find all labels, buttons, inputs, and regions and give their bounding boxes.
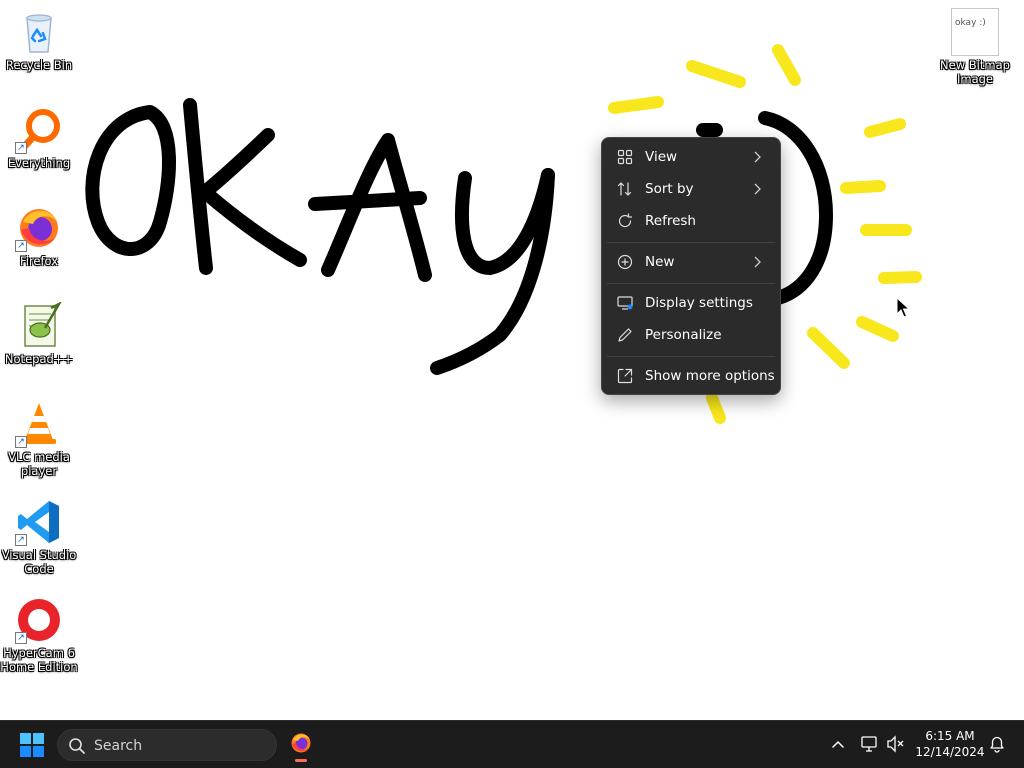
- sort-icon: [617, 182, 632, 196]
- expand-icon: [617, 368, 633, 384]
- shortcut-arrow-icon: ↗: [15, 240, 27, 252]
- menu-item-personalize[interactable]: Personalize: [606, 320, 776, 350]
- network-display-icon[interactable]: [859, 733, 881, 755]
- menu-item-label: Display settings: [645, 295, 753, 311]
- search-icon: [69, 738, 85, 754]
- bitmap-thumbnail-icon: okay :): [951, 8, 999, 56]
- notification-bell-icon[interactable]: [986, 733, 1008, 755]
- refresh-icon: [618, 213, 633, 228]
- display-icon: [617, 296, 633, 310]
- menu-item-show-more-options[interactable]: Show more options: [606, 361, 776, 391]
- recycle-bin-icon: [15, 8, 63, 56]
- desktop-icon-hypercam[interactable]: ↗ HyperCam 6 Home Edition: [0, 596, 78, 674]
- hypercam-icon: ↗: [15, 596, 63, 644]
- menu-item-display-settings[interactable]: Display settings: [606, 288, 776, 318]
- running-indicator: [295, 759, 307, 762]
- bitmap-thumbnail-text: okay :): [955, 18, 986, 28]
- desktop-icon-label: New Bitmap Image: [940, 58, 1010, 86]
- clock-date: 12/14/2024: [915, 745, 985, 759]
- menu-item-sort-by[interactable]: Sort by: [606, 174, 776, 204]
- windows-logo-icon: [20, 733, 44, 757]
- firefox-icon: [291, 733, 311, 753]
- desktop-icon-vscode[interactable]: ↗ Visual Studio Code: [0, 498, 78, 576]
- desktop-icon-vlc[interactable]: ↗ VLC media player: [0, 400, 78, 478]
- taskbar-search-box[interactable]: Search: [57, 729, 277, 761]
- vscode-icon: ↗: [15, 498, 63, 546]
- start-button[interactable]: [14, 730, 50, 760]
- desktop-icon-label: Recycle Bin: [5, 58, 73, 72]
- menu-item-new[interactable]: New: [606, 247, 776, 277]
- pen-icon: [618, 328, 632, 342]
- taskbar-clock[interactable]: 6:15 AM 12/14/2024: [914, 728, 986, 760]
- shortcut-arrow-icon: ↗: [15, 142, 27, 154]
- menu-item-label: Refresh: [645, 213, 696, 229]
- desktop-icon-new-bitmap-image[interactable]: okay :) New Bitmap Image: [936, 8, 1014, 86]
- firefox-icon: ↗: [15, 204, 63, 252]
- desktop-icon-recycle-bin[interactable]: Recycle Bin: [0, 8, 78, 72]
- desktop-icon-everything[interactable]: ↗ Everything: [0, 106, 78, 170]
- menu-separator: [607, 356, 775, 357]
- shortcut-arrow-icon: ↗: [15, 534, 27, 546]
- desktop-drawing: [85, 44, 922, 424]
- desktop-icon-label: Everything: [7, 156, 71, 170]
- clock-time: 6:15 AM: [925, 729, 975, 743]
- chevron-right-icon: [754, 183, 761, 195]
- shortcut-arrow-icon: ↗: [15, 632, 27, 644]
- menu-item-refresh[interactable]: Refresh: [606, 206, 776, 236]
- menu-item-label: Sort by: [645, 181, 694, 197]
- chevron-right-icon: [754, 256, 761, 268]
- mouse-cursor-icon: [896, 297, 910, 318]
- desktop-icon-firefox[interactable]: ↗ Firefox: [0, 204, 78, 268]
- desktop-icon-label: Notepad++: [4, 352, 74, 366]
- plus-circle-icon: [617, 254, 633, 270]
- taskbar-firefox-button[interactable]: [284, 727, 318, 763]
- desktop-icon-label: VLC media player: [8, 450, 70, 478]
- desktop-icon-label: Visual Studio Code: [1, 548, 77, 576]
- menu-item-label: New: [645, 254, 675, 270]
- desktop-icon-label: HyperCam 6 Home Edition: [0, 646, 78, 674]
- grid-icon: [617, 149, 633, 165]
- volume-muted-icon[interactable]: [885, 733, 907, 755]
- search-placeholder: Search: [94, 738, 143, 754]
- menu-item-label: View: [645, 149, 678, 165]
- chevron-up-icon[interactable]: [827, 733, 849, 755]
- desktop-icon-notepad-plus-plus[interactable]: Notepad++: [0, 301, 78, 366]
- desktop-icon-label: Firefox: [19, 254, 59, 268]
- taskbar: Search 6:15 AM 12/14/2024: [0, 720, 1024, 768]
- chevron-right-icon: [754, 151, 761, 163]
- menu-separator: [607, 242, 775, 243]
- menu-item-label: Personalize: [645, 327, 722, 343]
- everything-search-icon: ↗: [15, 106, 63, 154]
- menu-item-label: Show more options: [645, 368, 775, 384]
- notepad-plus-plus-icon: [15, 301, 63, 350]
- shortcut-arrow-icon: ↗: [15, 436, 27, 448]
- menu-item-view[interactable]: View: [606, 142, 776, 172]
- desktop-context-menu: View Sort by Refresh New Display setting…: [601, 137, 781, 395]
- menu-separator: [607, 283, 775, 284]
- vlc-cone-icon: ↗: [15, 400, 63, 448]
